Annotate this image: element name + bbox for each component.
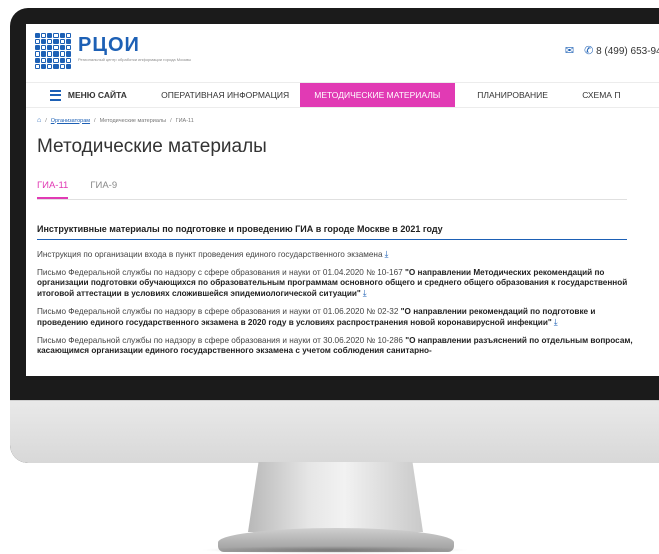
page-title: Методические материалы (37, 136, 267, 157)
logo-subtitle: Региональный центр обработки информации … (78, 57, 192, 62)
breadcrumb-current: ГИА-11 (175, 117, 194, 124)
breadcrumb-organizers[interactable]: Организаторам (51, 118, 90, 124)
monitor-chin (10, 400, 659, 463)
site-header: РЦОИ Региональный центр обработки информ… (26, 24, 659, 82)
nav-item-planning[interactable]: ПЛАНИРОВАНИЕ (455, 83, 570, 107)
document-item[interactable]: Письмо Федеральной службы по надзору в с… (37, 336, 637, 356)
mail-icon[interactable]: ✉ (565, 44, 574, 57)
home-icon[interactable]: ⌂ (37, 117, 41, 124)
site-menu-button[interactable]: МЕНЮ САЙТА (26, 83, 151, 107)
section-title: Инструктивные материалы по подготовке и … (37, 224, 627, 240)
tabs-divider (37, 199, 627, 200)
download-icon[interactable]: ⤓ (385, 249, 389, 259)
nav-item-method-materials[interactable]: МЕТОДИЧЕСКИЕ МАТЕРИАЛЫ (299, 83, 456, 107)
phone-number: 8 (499) 653-94- (596, 46, 659, 57)
nav-item-operative-info[interactable]: ОПЕРАТИВНАЯ ИНФОРМАЦИЯ (151, 83, 300, 107)
site-menu-label: МЕНЮ САЙТА (67, 90, 127, 100)
phone-icon: ✆ (584, 45, 594, 57)
breadcrumb-method-materials: Методические материалы (99, 117, 167, 124)
browser-screen: РЦОИ Региональный центр обработки информ… (26, 24, 659, 376)
monitor-stand-neck (248, 462, 423, 532)
logo-icon[interactable] (35, 33, 71, 69)
logo-title[interactable]: РЦОИ (78, 34, 140, 57)
download-icon[interactable]: ⤓ (554, 317, 558, 327)
phone-block[interactable]: ✆ 8 (499) 653-94- (584, 44, 659, 57)
download-icon[interactable]: ⤓ (363, 288, 367, 298)
breadcrumb: ⌂ / Организаторам / Методические материа… (37, 117, 194, 124)
document-item[interactable]: Письмо Федеральной службы по надзору в с… (37, 307, 637, 328)
tab-gia-9[interactable]: ГИА-9 (90, 180, 117, 199)
header-contacts: ✉ ✆ 8 (499) 653-94- (565, 44, 659, 57)
document-item[interactable]: Инструкция по организации входа в пункт … (37, 249, 637, 260)
document-item[interactable]: Письмо Федеральной службы по надзору с с… (37, 268, 637, 299)
hamburger-icon (49, 89, 61, 101)
nav-item-scheme[interactable]: СХЕМА П (570, 83, 659, 107)
tabs: ГИА-11 ГИА-9 (37, 180, 659, 199)
documents-list: Инструкция по организации входа в пункт … (37, 249, 637, 356)
main-nav: МЕНЮ САЙТА ОПЕРАТИВНАЯ ИНФОРМАЦИЯ МЕТОДИ… (26, 82, 659, 108)
tab-gia-11[interactable]: ГИА-11 (37, 180, 69, 199)
